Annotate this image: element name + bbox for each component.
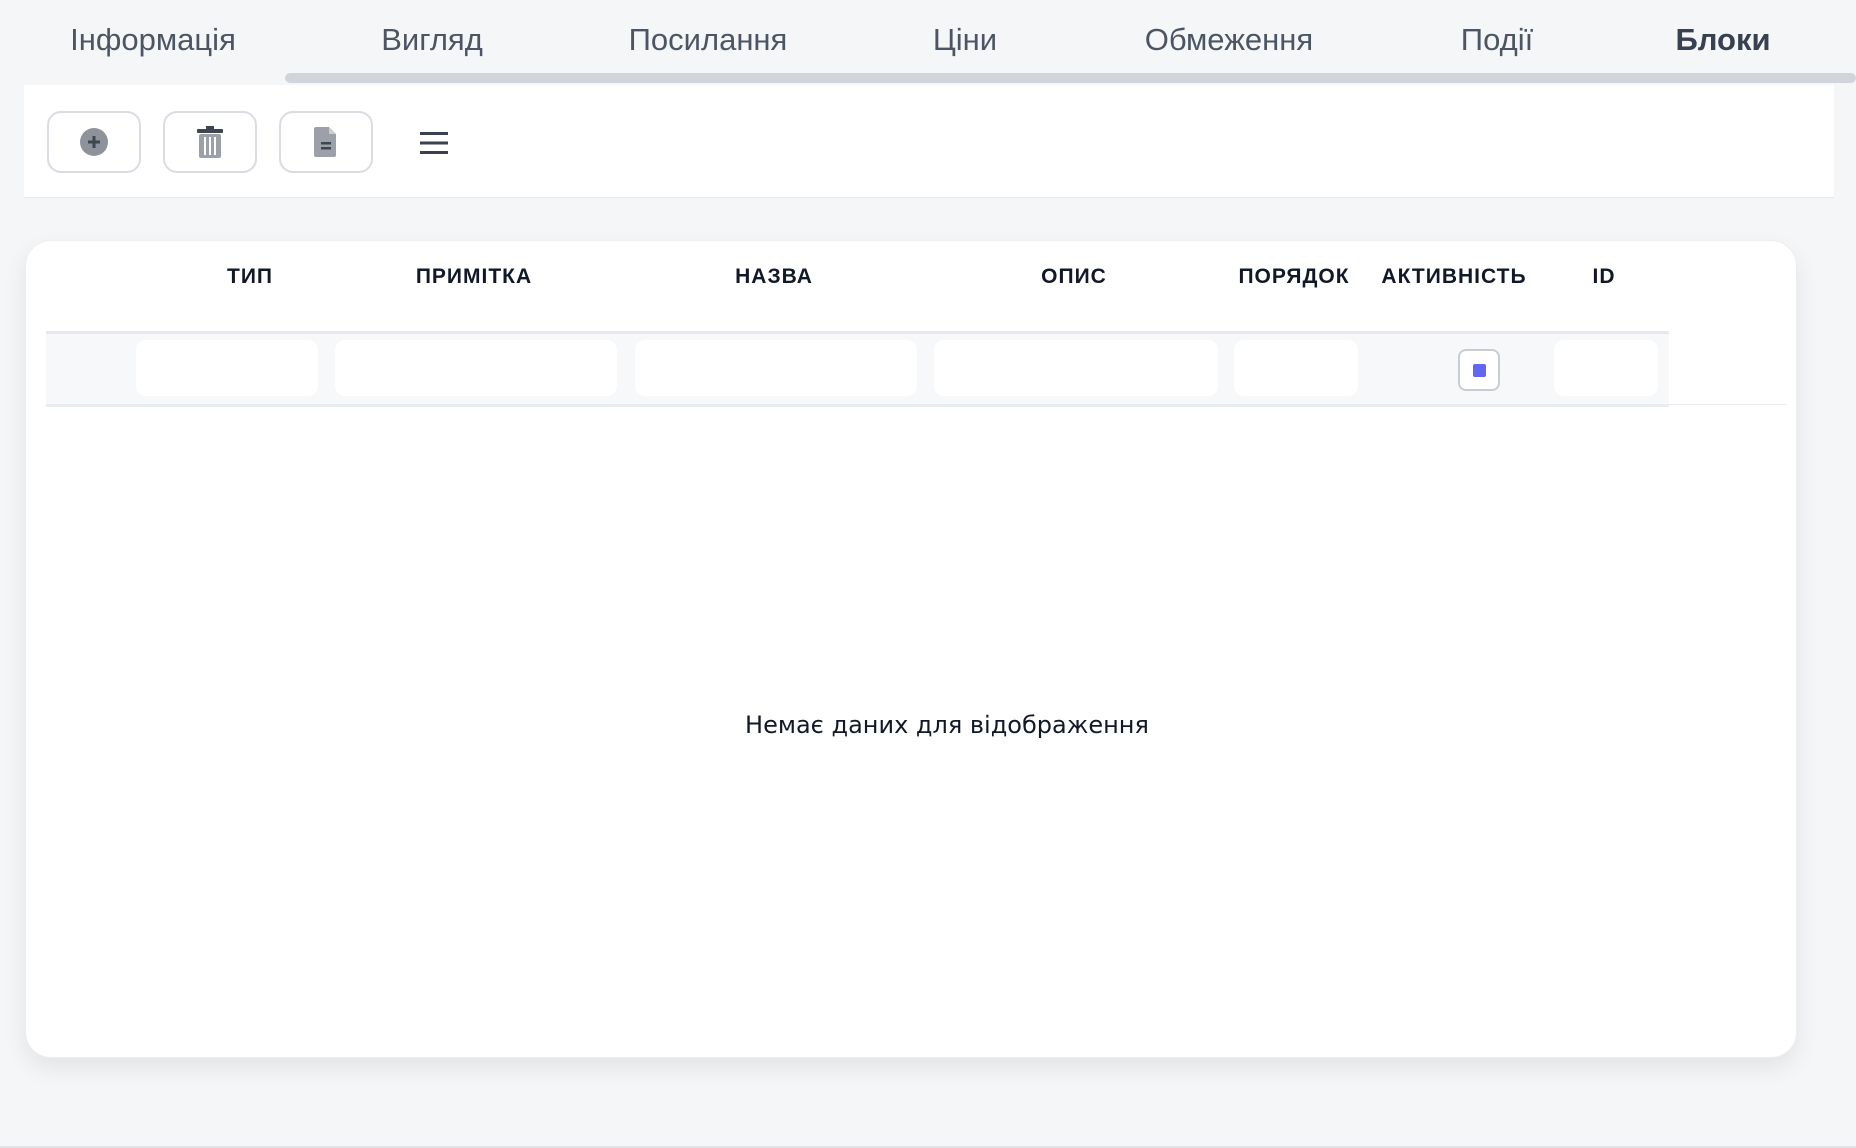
filter-note-input[interactable] (335, 340, 617, 396)
column-header-description[interactable]: ОПИС (1041, 265, 1107, 289)
checkbox-indeterminate-mark (1472, 363, 1486, 377)
empty-grid-message: Немає даних для відображення (745, 711, 1149, 739)
filter-activity-checkbox[interactable] (1458, 349, 1500, 391)
delete-button[interactable] (163, 111, 257, 173)
menu-button[interactable] (410, 123, 458, 163)
add-button[interactable] (47, 111, 141, 173)
tab-links[interactable]: Посилання (629, 18, 788, 62)
document-icon (314, 127, 336, 157)
row-separator (1669, 404, 1786, 405)
tab-blocks[interactable]: Блоки (1675, 18, 1770, 62)
hamburger-menu-icon (420, 132, 448, 154)
export-button[interactable] (279, 111, 373, 173)
tab-prices[interactable]: Ціни (933, 18, 997, 62)
filter-id-input[interactable] (1554, 340, 1658, 396)
tab-events[interactable]: Події (1461, 18, 1533, 62)
add-circle-icon (80, 128, 108, 156)
toolbar (24, 85, 1834, 198)
tab-information[interactable]: Інформація (70, 18, 236, 62)
filter-order-input[interactable] (1234, 340, 1358, 396)
grid-filter-row (46, 334, 1669, 407)
column-header-name[interactable]: НАЗВА (735, 265, 813, 289)
tab-appearance[interactable]: Вигляд (381, 18, 483, 62)
column-header-type[interactable]: ТИП (227, 265, 273, 289)
trash-icon (197, 126, 223, 158)
filter-name-input[interactable] (635, 340, 917, 396)
column-header-order[interactable]: ПОРЯДОК (1238, 265, 1349, 289)
tab-restrictions[interactable]: Обмеження (1145, 18, 1313, 62)
tab-scrollbar[interactable] (285, 73, 1856, 83)
tab-bar: Інформація Вигляд Посилання Ціни Обмежен… (0, 0, 1856, 84)
filter-type-input[interactable] (136, 340, 318, 396)
column-header-id[interactable]: ID (1593, 265, 1616, 289)
column-header-activity[interactable]: АКТИВНІСТЬ (1381, 265, 1526, 289)
data-grid: ТИП ПРИМІТКА НАЗВА ОПИС ПОРЯДОК АКТИВНІС… (25, 240, 1797, 1058)
column-header-note[interactable]: ПРИМІТКА (416, 265, 532, 289)
grid-header-row: ТИП ПРИМІТКА НАЗВА ОПИС ПОРЯДОК АКТИВНІС… (46, 241, 1669, 334)
filter-description-input[interactable] (934, 340, 1218, 396)
